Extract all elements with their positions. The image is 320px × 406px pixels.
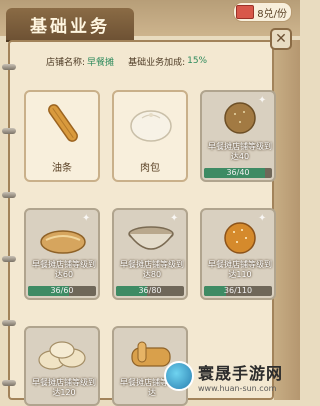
binder-ring	[2, 380, 16, 386]
close-button[interactable]: ✕	[270, 28, 292, 50]
ticket-icon	[236, 5, 255, 19]
currency-display[interactable]: 8兑/份	[233, 2, 292, 22]
business-card-locked[interactable]: ✦ 早餐摊店铺等级到达40 36/40	[200, 90, 276, 182]
round-bread-icon	[224, 102, 256, 134]
bonus-value: 15%	[187, 56, 208, 66]
business-card-locked[interactable]: ✦ 早餐摊店铺等级到达80 36/80	[112, 208, 188, 300]
unlock-requirement: 早餐摊店铺等级到达40	[208, 142, 272, 161]
close-icon: ✕	[275, 31, 287, 47]
watermark-logo-icon	[164, 361, 194, 391]
business-card-locked[interactable]: 早餐摊店铺等级到达120	[24, 326, 100, 406]
unlock-requirement: 早餐摊店铺等级到达110	[208, 260, 272, 279]
progress-text: 36/40	[226, 168, 250, 177]
card-name: 肉包	[140, 163, 160, 174]
dumplings-icon	[38, 341, 86, 370]
business-card-locked[interactable]: ✦ 早餐摊店铺等级到达110 36/110	[200, 208, 276, 300]
progress-text: 36/110	[223, 286, 253, 295]
shop-name-label: 店铺名称:	[46, 57, 86, 68]
binder-ring	[2, 256, 16, 262]
business-card-youtiao[interactable]: 油条	[24, 90, 100, 182]
progress-text: 36/80	[138, 286, 162, 295]
progress-bar: 36/40	[204, 168, 272, 178]
progress-bar: 36/80	[116, 286, 184, 296]
progress-text: 36/60	[50, 286, 74, 295]
sparkle-icon: ✦	[82, 213, 91, 224]
watermark-title: 寰晟手游网	[198, 363, 284, 383]
binder-ring	[2, 192, 16, 198]
shop-info-bar: 店铺名称: 早餐摊 基础业务加成: 15%	[20, 52, 266, 70]
youtiao-icon	[48, 104, 78, 142]
pancake-icon	[40, 230, 86, 254]
baozi-icon	[130, 110, 172, 142]
business-card-baozi[interactable]: 肉包	[112, 90, 188, 182]
unlock-requirement: 早餐摊店铺等级到达60	[32, 260, 96, 279]
shop-name-value: 早餐摊	[87, 57, 115, 68]
sesame-ball-icon	[224, 222, 256, 254]
progress-bar: 36/60	[28, 286, 96, 296]
card-name: 油条	[52, 163, 72, 174]
binder-ring	[2, 320, 16, 326]
soup-bowl-icon	[128, 226, 174, 250]
book-edge	[274, 40, 300, 400]
watermark-url: www.huan-sun.com	[198, 383, 277, 393]
business-card-locked[interactable]: ✦ 早餐摊店铺等级到达60 36/60	[24, 208, 100, 300]
progress-bar: 36/110	[204, 286, 272, 296]
unlock-requirement: 早餐摊店铺等级到达80	[120, 260, 184, 279]
binder-ring	[2, 128, 16, 134]
currency-value: 8兑/份	[257, 8, 287, 20]
site-watermark: 寰晟手游网 www.huan-sun.com	[164, 358, 294, 394]
page-title: 基础业务	[6, 8, 134, 40]
bonus-label: 基础业务加成:	[128, 57, 186, 68]
unlock-requirement: 早餐摊店铺等级到达120	[32, 378, 96, 397]
binder-ring	[2, 64, 16, 70]
